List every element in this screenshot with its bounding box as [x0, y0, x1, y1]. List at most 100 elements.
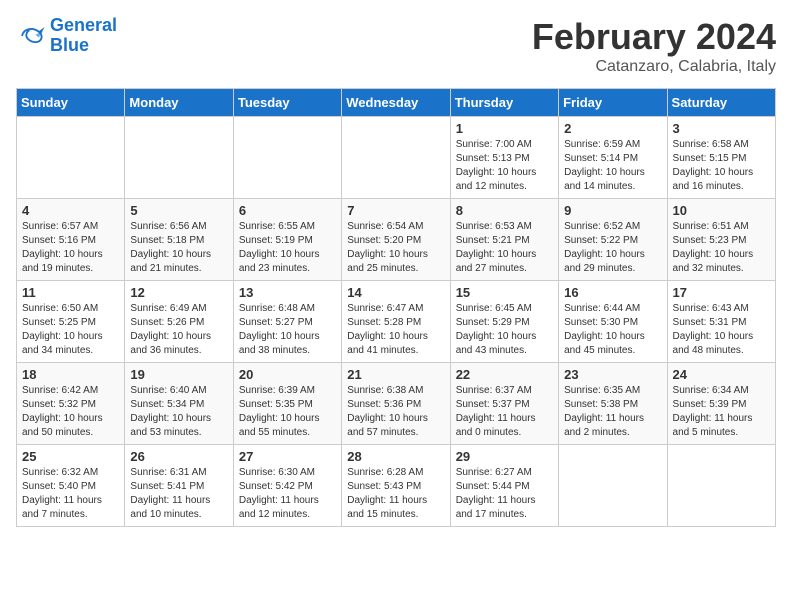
header-day: Monday — [125, 89, 233, 117]
day-info: Sunrise: 6:35 AM Sunset: 5:38 PM Dayligh… — [564, 384, 661, 440]
header-day: Tuesday — [233, 89, 341, 117]
header-day: Wednesday — [342, 89, 450, 117]
calendar-cell: 10 Sunrise: 6:51 AM Sunset: 5:23 PM Dayli… — [667, 199, 775, 281]
day-info: Sunrise: 6:48 AM Sunset: 5:27 PM Dayligh… — [239, 302, 336, 358]
calendar-cell — [17, 117, 125, 199]
header-day: Sunday — [17, 89, 125, 117]
day-number: 20 — [239, 367, 336, 382]
day-number: 27 — [239, 449, 336, 464]
day-info: Sunrise: 6:52 AM Sunset: 5:22 PM Dayligh… — [564, 220, 661, 276]
calendar-week-row: 18 Sunrise: 6:42 AM Sunset: 5:32 PM Dayli… — [17, 363, 776, 445]
day-info: Sunrise: 6:53 AM Sunset: 5:21 PM Dayligh… — [456, 220, 553, 276]
calendar-week-row: 25 Sunrise: 6:32 AM Sunset: 5:40 PM Dayli… — [17, 445, 776, 527]
calendar-cell: 28 Sunrise: 6:28 AM Sunset: 5:43 PM Dayli… — [342, 445, 450, 527]
day-number: 2 — [564, 121, 661, 136]
calendar-cell: 9 Sunrise: 6:52 AM Sunset: 5:22 PM Daylig… — [559, 199, 667, 281]
day-info: Sunrise: 6:39 AM Sunset: 5:35 PM Dayligh… — [239, 384, 336, 440]
calendar-cell: 5Sunrise: 6:56 AM Sunset: 5:18 PM Daylig… — [125, 199, 233, 281]
day-number: 6 — [239, 203, 336, 218]
day-number: 8 — [456, 203, 553, 218]
day-info: Sunrise: 6:51 AM Sunset: 5:23 PM Dayligh… — [673, 220, 770, 276]
calendar-cell: 26 Sunrise: 6:31 AM Sunset: 5:41 PM Dayli… — [125, 445, 233, 527]
logo-icon — [16, 21, 46, 51]
day-info: Sunrise: 6:28 AM Sunset: 5:43 PM Dayligh… — [347, 466, 444, 522]
calendar-cell — [233, 117, 341, 199]
day-info: Sunrise: 6:47 AM Sunset: 5:28 PM Dayligh… — [347, 302, 444, 358]
day-info: Sunrise: 6:34 AM Sunset: 5:39 PM Dayligh… — [673, 384, 770, 440]
calendar-cell: 1 Sunrise: 7:00 AM Sunset: 5:13 PM Daylig… — [450, 117, 558, 199]
day-number: 23 — [564, 367, 661, 382]
calendar-cell — [342, 117, 450, 199]
calendar-cell: 29Sunrise: 6:27 AM Sunset: 5:44 PM Dayli… — [450, 445, 558, 527]
day-number: 29 — [456, 449, 553, 464]
day-number: 10 — [673, 203, 770, 218]
day-number: 18 — [22, 367, 119, 382]
day-info: Sunrise: 6:44 AM Sunset: 5:30 PM Dayligh… — [564, 302, 661, 358]
calendar-cell: 22Sunrise: 6:37 AM Sunset: 5:37 PM Dayli… — [450, 363, 558, 445]
logo: General Blue — [16, 16, 117, 56]
day-number: 11 — [22, 285, 119, 300]
day-info: Sunrise: 6:31 AM Sunset: 5:41 PM Dayligh… — [130, 466, 227, 522]
page-title: February 2024 — [532, 16, 776, 58]
calendar-cell: 17 Sunrise: 6:43 AM Sunset: 5:31 PM Dayli… — [667, 281, 775, 363]
day-info: Sunrise: 6:59 AM Sunset: 5:14 PM Dayligh… — [564, 138, 661, 194]
day-number: 25 — [22, 449, 119, 464]
day-number: 7 — [347, 203, 444, 218]
calendar-header: SundayMondayTuesdayWednesdayThursdayFrid… — [17, 89, 776, 117]
calendar-cell: 24 Sunrise: 6:34 AM Sunset: 5:39 PM Dayli… — [667, 363, 775, 445]
day-info: Sunrise: 6:32 AM Sunset: 5:40 PM Dayligh… — [22, 466, 119, 522]
day-number: 17 — [673, 285, 770, 300]
calendar-cell: 11 Sunrise: 6:50 AM Sunset: 5:25 PM Dayli… — [17, 281, 125, 363]
calendar-cell: 4 Sunrise: 6:57 AM Sunset: 5:16 PM Daylig… — [17, 199, 125, 281]
calendar-cell: 15 Sunrise: 6:45 AM Sunset: 5:29 PM Dayli… — [450, 281, 558, 363]
day-number: 21 — [347, 367, 444, 382]
day-number: 26 — [130, 449, 227, 464]
calendar-cell — [667, 445, 775, 527]
day-number: 14 — [347, 285, 444, 300]
calendar-week-row: 11 Sunrise: 6:50 AM Sunset: 5:25 PM Dayli… — [17, 281, 776, 363]
calendar-cell: 13 Sunrise: 6:48 AM Sunset: 5:27 PM Dayli… — [233, 281, 341, 363]
calendar-cell: 18 Sunrise: 6:42 AM Sunset: 5:32 PM Dayli… — [17, 363, 125, 445]
header-day: Saturday — [667, 89, 775, 117]
day-number: 12 — [130, 285, 227, 300]
calendar-cell: 19 Sunrise: 6:40 AM Sunset: 5:34 PM Dayli… — [125, 363, 233, 445]
day-number: 9 — [564, 203, 661, 218]
header: General Blue February 2024 Catanzaro, Ca… — [16, 16, 776, 76]
calendar-cell: 12 Sunrise: 6:49 AM Sunset: 5:26 PM Dayli… — [125, 281, 233, 363]
day-info: Sunrise: 7:00 AM Sunset: 5:13 PM Dayligh… — [456, 138, 553, 194]
day-number: 5 — [130, 203, 227, 218]
title-block: February 2024 Catanzaro, Calabria, Italy — [532, 16, 776, 76]
calendar-body: 1 Sunrise: 7:00 AM Sunset: 5:13 PM Daylig… — [17, 117, 776, 527]
day-info: Sunrise: 6:50 AM Sunset: 5:25 PM Dayligh… — [22, 302, 119, 358]
day-number: 28 — [347, 449, 444, 464]
calendar-cell: 16 Sunrise: 6:44 AM Sunset: 5:30 PM Dayli… — [559, 281, 667, 363]
calendar-cell: 6Sunrise: 6:55 AM Sunset: 5:19 PM Daylig… — [233, 199, 341, 281]
calendar-cell: 20 Sunrise: 6:39 AM Sunset: 5:35 PM Dayli… — [233, 363, 341, 445]
calendar-table: SundayMondayTuesdayWednesdayThursdayFrid… — [16, 88, 776, 527]
day-info: Sunrise: 6:49 AM Sunset: 5:26 PM Dayligh… — [130, 302, 227, 358]
day-info: Sunrise: 6:43 AM Sunset: 5:31 PM Dayligh… — [673, 302, 770, 358]
day-info: Sunrise: 6:38 AM Sunset: 5:36 PM Dayligh… — [347, 384, 444, 440]
day-number: 19 — [130, 367, 227, 382]
day-info: Sunrise: 6:40 AM Sunset: 5:34 PM Dayligh… — [130, 384, 227, 440]
day-info: Sunrise: 6:57 AM Sunset: 5:16 PM Dayligh… — [22, 220, 119, 276]
day-number: 13 — [239, 285, 336, 300]
day-number: 1 — [456, 121, 553, 136]
logo-text: General Blue — [50, 16, 117, 56]
day-info: Sunrise: 6:42 AM Sunset: 5:32 PM Dayligh… — [22, 384, 119, 440]
calendar-cell: 27 Sunrise: 6:30 AM Sunset: 5:42 PM Dayli… — [233, 445, 341, 527]
calendar-cell: 2 Sunrise: 6:59 AM Sunset: 5:14 PM Daylig… — [559, 117, 667, 199]
day-info: Sunrise: 6:37 AM Sunset: 5:37 PM Dayligh… — [456, 384, 553, 440]
day-info: Sunrise: 6:45 AM Sunset: 5:29 PM Dayligh… — [456, 302, 553, 358]
day-number: 16 — [564, 285, 661, 300]
day-number: 24 — [673, 367, 770, 382]
calendar-cell: 8 Sunrise: 6:53 AM Sunset: 5:21 PM Daylig… — [450, 199, 558, 281]
day-number: 15 — [456, 285, 553, 300]
calendar-cell: 3Sunrise: 6:58 AM Sunset: 5:15 PM Daylig… — [667, 117, 775, 199]
day-number: 3 — [673, 121, 770, 136]
calendar-cell: 7Sunrise: 6:54 AM Sunset: 5:20 PM Daylig… — [342, 199, 450, 281]
calendar-cell — [125, 117, 233, 199]
calendar-cell: 21 Sunrise: 6:38 AM Sunset: 5:36 PM Dayli… — [342, 363, 450, 445]
day-number: 4 — [22, 203, 119, 218]
day-info: Sunrise: 6:30 AM Sunset: 5:42 PM Dayligh… — [239, 466, 336, 522]
